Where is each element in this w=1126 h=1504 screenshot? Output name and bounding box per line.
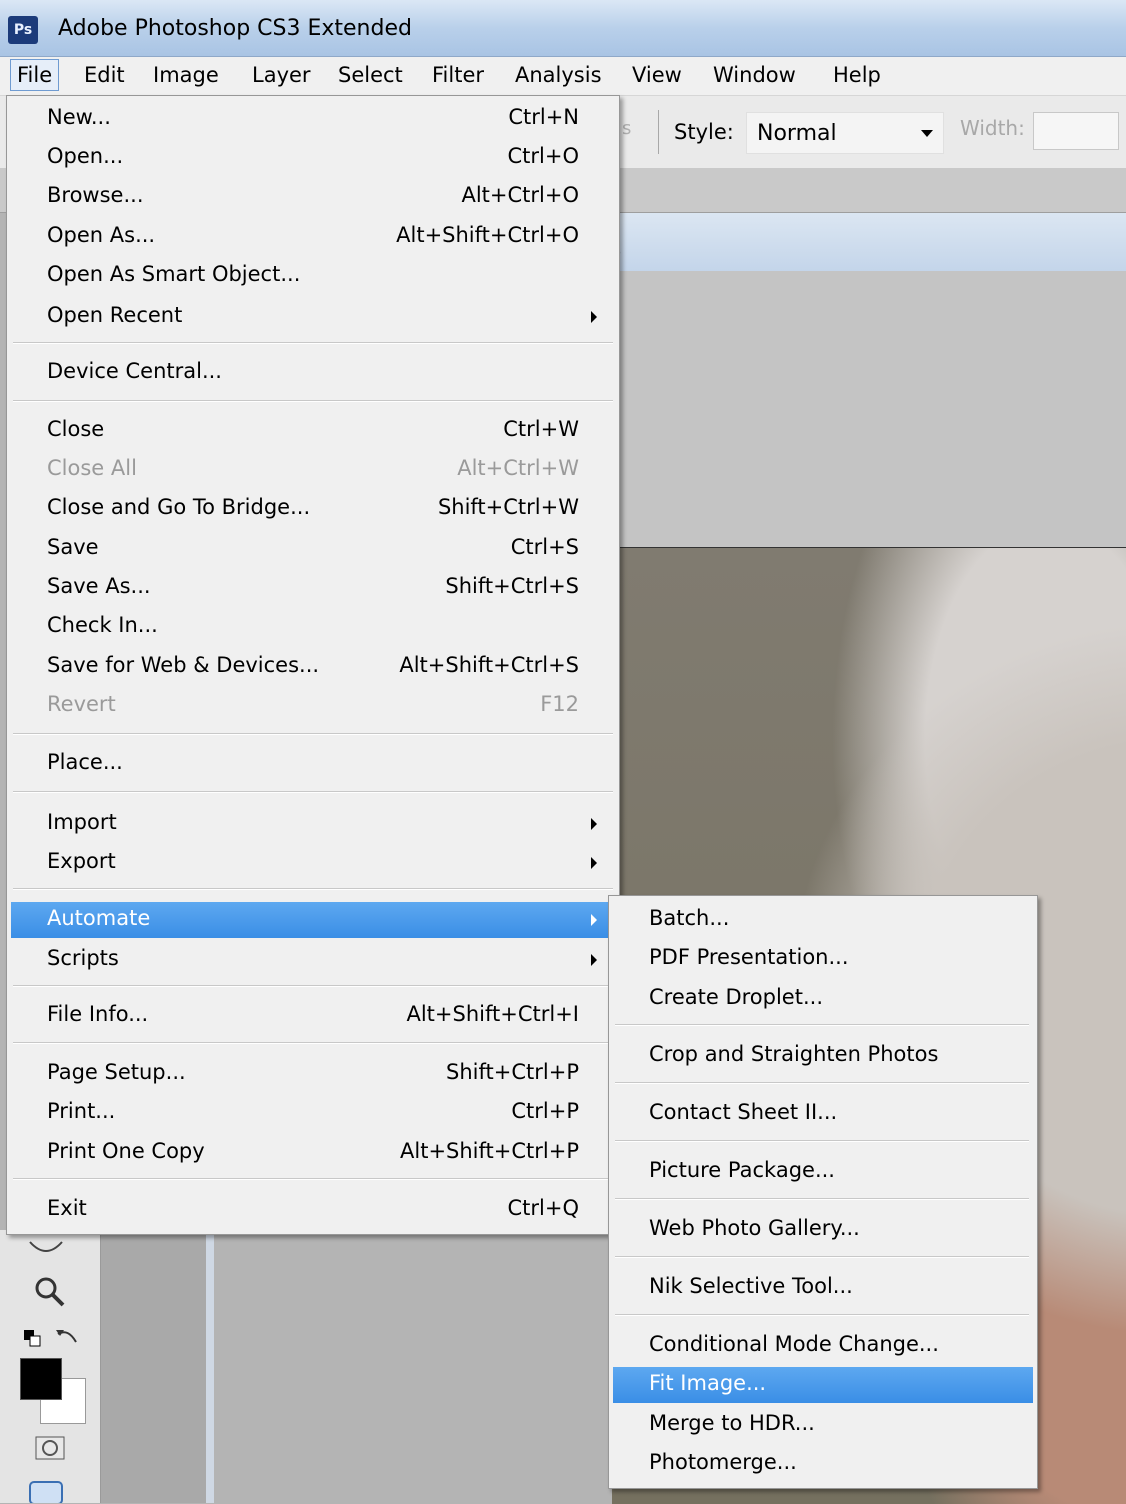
file-menu-item: Close All Alt+Ctrl+W bbox=[47, 456, 579, 480]
style-label: Style: bbox=[674, 120, 734, 144]
app-title: Adobe Photoshop CS3 Extended bbox=[58, 16, 412, 41]
automate-menu-item[interactable]: Merge to HDR... bbox=[613, 1407, 1033, 1443]
automate-menu-item[interactable]: PDF Presentation... bbox=[613, 941, 1033, 977]
file-menu-item[interactable]: New... Ctrl+N bbox=[11, 101, 615, 137]
automate-menu-item-fit-image[interactable]: Fit Image... bbox=[613, 1367, 1033, 1403]
menu-select[interactable]: Select bbox=[332, 57, 409, 93]
width-input[interactable] bbox=[1033, 112, 1119, 150]
file-menu-item[interactable]: Open Recent bbox=[11, 299, 615, 335]
automate-submenu: Batch... PDF Presentation... Create Drop… bbox=[608, 895, 1038, 1489]
automate-menu-item[interactable]: Nik Selective Tool... bbox=[613, 1270, 1033, 1306]
menu-separator bbox=[615, 1024, 1029, 1026]
file-menu-item[interactable]: Save for Web & Devices... Alt+Shift+Ctrl+… bbox=[11, 649, 615, 685]
file-menu-item[interactable]: Open... Ctrl+O bbox=[11, 140, 615, 176]
menu-view[interactable]: View bbox=[626, 57, 688, 93]
file-menu-item[interactable]: Print... Ctrl+P bbox=[11, 1095, 615, 1131]
options-separator bbox=[658, 110, 659, 154]
file-menu-item: Revert F12 bbox=[47, 692, 579, 716]
width-label: Width: bbox=[960, 116, 1025, 140]
menu-file[interactable]: File bbox=[10, 59, 60, 91]
menu-window[interactable]: Window bbox=[707, 57, 802, 93]
file-menu-item[interactable]: Print One Copy Alt+Shift+Ctrl+P bbox=[11, 1135, 615, 1171]
menu-separator bbox=[13, 791, 613, 793]
menu-separator bbox=[13, 733, 613, 735]
title-bar: Ps Adobe Photoshop CS3 Extended bbox=[0, 0, 1126, 57]
canvas-background bbox=[612, 271, 1126, 547]
file-menu-item[interactable]: Open As Smart Object... bbox=[11, 258, 615, 294]
menu-help[interactable]: Help bbox=[827, 57, 887, 93]
automate-menu-item[interactable]: Batch... bbox=[613, 902, 1033, 938]
automate-menu-item[interactable]: Picture Package... bbox=[613, 1154, 1033, 1190]
style-value: Normal bbox=[757, 121, 837, 146]
menu-separator bbox=[615, 1140, 1029, 1142]
document-title-bar bbox=[612, 213, 1126, 271]
file-menu-item[interactable]: Scripts bbox=[11, 942, 615, 978]
automate-menu-item[interactable]: Create Droplet... bbox=[613, 981, 1033, 1017]
file-menu-item[interactable]: Close and Go To Bridge... Shift+Ctrl+W bbox=[11, 491, 615, 527]
screen-mode-icon[interactable] bbox=[26, 1478, 66, 1503]
file-menu-item[interactable]: File Info... Alt+Shift+Ctrl+I bbox=[11, 998, 615, 1034]
foreground-color-swatch[interactable] bbox=[20, 1358, 62, 1400]
submenu-arrow-icon bbox=[591, 857, 597, 869]
menu-separator bbox=[615, 1256, 1029, 1258]
menu-image[interactable]: Image bbox=[147, 57, 225, 93]
menu-separator bbox=[615, 1082, 1029, 1084]
quick-mask-icon[interactable] bbox=[34, 1435, 68, 1463]
automate-menu-item[interactable]: Crop and Straighten Photos bbox=[613, 1038, 1033, 1074]
file-menu-item[interactable]: Close Ctrl+W bbox=[11, 413, 615, 449]
hand-icon[interactable] bbox=[26, 1238, 66, 1260]
automate-menu-item[interactable]: Photomerge... bbox=[613, 1446, 1033, 1482]
workspace-divider bbox=[206, 1230, 214, 1503]
file-menu-item[interactable]: Check In... bbox=[11, 609, 615, 645]
menu-separator bbox=[13, 400, 613, 402]
style-dropdown[interactable]: Normal bbox=[746, 112, 944, 154]
file-menu-item[interactable]: Save As... Shift+Ctrl+S bbox=[11, 570, 615, 606]
menu-analysis[interactable]: Analysis bbox=[509, 57, 608, 93]
workspace-gap bbox=[100, 1230, 206, 1503]
options-obscured-text: s bbox=[622, 118, 632, 139]
file-menu-item[interactable]: Browse... Alt+Ctrl+O bbox=[11, 179, 615, 215]
photoshop-logo-icon: Ps bbox=[8, 16, 38, 44]
default-colors-icon[interactable] bbox=[22, 1328, 46, 1348]
file-menu-item-automate[interactable]: Automate bbox=[11, 902, 615, 938]
submenu-arrow-icon bbox=[591, 311, 597, 323]
file-menu-item[interactable]: Import bbox=[11, 806, 615, 842]
menu-filter[interactable]: Filter bbox=[426, 57, 490, 93]
menu-bar: File Edit Image Layer Select Filter Anal… bbox=[0, 57, 1126, 96]
file-menu: New... Ctrl+N Open... Ctrl+O Browse... Alt+… bbox=[6, 95, 620, 1235]
menu-layer[interactable]: Layer bbox=[246, 57, 317, 93]
file-menu-item[interactable]: Export bbox=[11, 845, 615, 881]
menu-separator bbox=[615, 1198, 1029, 1200]
menu-separator bbox=[13, 1042, 613, 1044]
file-menu-item[interactable]: Open As... Alt+Shift+Ctrl+O bbox=[11, 219, 615, 255]
menu-separator bbox=[13, 888, 613, 890]
file-menu-item[interactable]: Device Central... bbox=[11, 355, 615, 391]
swap-colors-icon[interactable] bbox=[54, 1326, 80, 1350]
chevron-down-icon bbox=[921, 130, 933, 137]
submenu-arrow-icon bbox=[591, 954, 597, 966]
submenu-arrow-icon bbox=[591, 914, 597, 926]
menu-edit[interactable]: Edit bbox=[78, 57, 131, 93]
menu-separator bbox=[615, 1314, 1029, 1316]
file-menu-item[interactable]: Page Setup... Shift+Ctrl+P bbox=[11, 1056, 615, 1092]
automate-menu-item[interactable]: Contact Sheet II... bbox=[613, 1096, 1033, 1132]
file-menu-item[interactable]: Place... bbox=[11, 746, 615, 782]
automate-menu-item[interactable]: Conditional Mode Change... bbox=[613, 1328, 1033, 1364]
menu-separator bbox=[13, 985, 613, 987]
zoom-icon[interactable] bbox=[32, 1274, 68, 1310]
file-menu-item[interactable]: Save Ctrl+S bbox=[11, 531, 615, 567]
menu-separator bbox=[13, 1178, 613, 1180]
automate-menu-item[interactable]: Web Photo Gallery... bbox=[613, 1212, 1033, 1248]
menu-separator bbox=[13, 342, 613, 344]
file-menu-item[interactable]: Exit Ctrl+Q bbox=[11, 1192, 615, 1228]
submenu-arrow-icon bbox=[591, 818, 597, 830]
